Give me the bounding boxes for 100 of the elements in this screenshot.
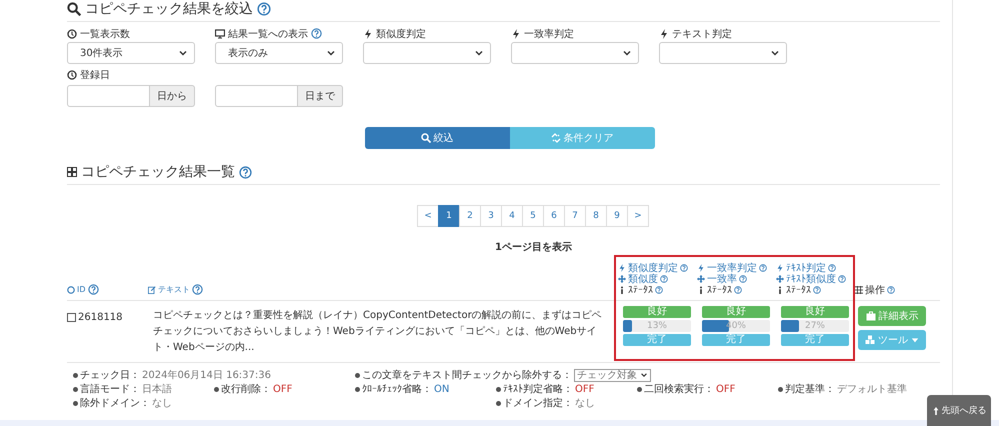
detail-label: 改行削除： [221,382,271,396]
column-header: 操作 [865,284,885,296]
arrows-icon [618,274,626,282]
detail-label: チェック日： [80,369,140,382]
score-reading: 27% [804,320,826,332]
detail-value: なし [152,397,172,410]
column-header: 一致率 [707,272,737,285]
dot-icon [778,386,783,392]
date-addon: 日から [150,85,195,107]
next-page-button[interactable]: > [627,205,649,227]
caret-icon [178,48,188,58]
detail-button[interactable]: 詳細表示 [858,306,926,326]
caret-icon [622,48,632,58]
dot-icon [355,386,360,392]
bolt-icon [363,28,373,38]
filter-select[interactable]: 表示のみ [215,42,343,64]
exclude-select[interactable]: チェック対象 [574,368,651,382]
column-header: ｽﾃｰﾀｽ [786,284,811,296]
monitor-icon [215,28,225,38]
filter-label: 類似度判定 [376,28,426,40]
help-icon[interactable] [257,2,271,16]
arrows-icon [697,274,705,282]
date-addon: 日まで [298,85,343,107]
detail-value: デフォルト基準 [837,382,907,396]
detail-value: OFF [575,384,594,394]
page-button[interactable]: 9 [606,205,628,227]
caret-icon [474,48,484,58]
page-button[interactable]: 7 [564,205,586,227]
dot-icon [73,386,78,392]
detail-label: ﾃｷｽﾄ判定省略： [503,382,573,396]
page-button[interactable]: 8 [585,205,607,227]
bolt-icon [697,264,705,272]
help-icon[interactable] [660,274,668,282]
clock-icon [67,28,77,38]
help-icon[interactable] [734,286,742,294]
help-icon[interactable] [813,286,821,294]
date-field[interactable] [67,85,150,107]
caret-icon [770,48,780,58]
help-icon[interactable] [680,264,688,272]
search-button[interactable]: 絞込 [364,127,510,149]
page-button[interactable]: 6 [543,205,565,227]
page-button[interactable]: 3 [480,205,502,227]
help-icon[interactable] [887,286,895,294]
help-icon[interactable] [192,284,203,295]
filter-select[interactable]: 30件表示 [67,42,195,64]
dot-icon [73,400,78,406]
circle-icon [67,286,75,294]
column-header: 類似度 [628,272,658,285]
dot-icon [496,386,501,392]
status-badge: 良好 [623,306,691,318]
detail-value: なし [575,397,595,410]
help-icon[interactable] [311,28,322,39]
back-to-top-button[interactable]: 先頭へ戻る [927,395,991,426]
dot-icon [214,386,219,392]
date-field[interactable] [215,85,298,107]
caret-icon [911,336,919,344]
help-icon[interactable] [739,274,747,282]
bolt-icon [659,28,669,38]
filter-label: 登録日 [80,68,110,82]
detail-label: 除外ドメイン： [80,397,150,410]
detail-value: OFF [273,384,292,394]
detail-label: ｸﾛｰﾙﾁｪｯｸ省略： [362,382,432,396]
edit-icon [148,286,156,294]
help-icon[interactable] [239,166,252,178]
grid-icon [67,167,77,177]
bolt-icon [618,264,626,272]
help-icon[interactable] [759,264,767,272]
status-badge: 良好 [781,306,849,318]
detail-label: 言語モード： [80,382,140,396]
detail-label: この文章をテキスト間チェックから除外する： [362,368,572,382]
help-icon[interactable] [88,284,99,295]
prev-page-button[interactable]: < [417,205,439,227]
arrows-icon [776,274,784,282]
info-icon [618,286,626,294]
row-checkbox[interactable] [67,313,76,322]
score-reading: 13% [646,320,668,332]
detail-label: 二回検索実行： [644,382,714,396]
search-icon [420,133,430,143]
page-button[interactable]: 2 [459,205,481,227]
search-icon [67,2,81,16]
cubes-icon [865,335,875,345]
page-button[interactable]: 1 [438,205,460,227]
page-info: 1ページ目を表示 [494,240,573,254]
detail-value: 2024年06月14日 16:37:36 [142,369,271,382]
help-icon[interactable] [828,264,836,272]
column-header: ﾃｷｽﾄ類似度 [786,272,836,285]
filter-label: 結果一覧への表示 [228,28,308,40]
bolt-icon [511,28,521,38]
filter-title: コピペチェック結果を絞込 [85,0,253,18]
help-icon[interactable] [838,274,846,282]
page-button[interactable]: 4 [501,205,523,227]
column-header: テキスト [158,284,190,295]
grid-icon [855,286,863,294]
detail-value: OFF [716,384,736,394]
detail-label: ドメイン指定： [503,396,573,410]
progress-badge: 完了 [623,334,691,346]
page-button[interactable]: 5 [522,205,544,227]
column-header: ID [77,285,86,294]
help-icon[interactable] [655,286,663,294]
detail-value: 日本語 [142,382,172,396]
